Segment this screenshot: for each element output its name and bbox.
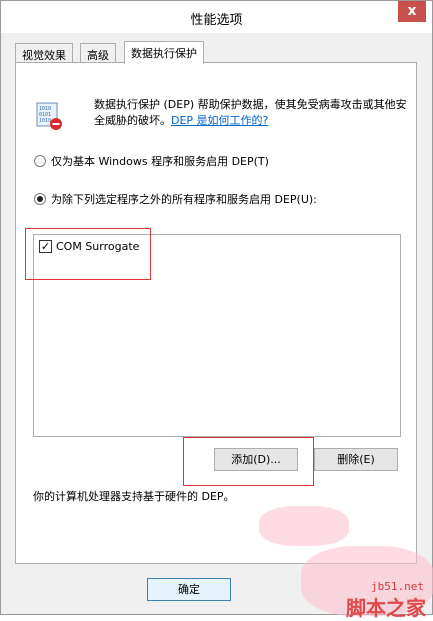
dep-panel: 1010 0101 1010 数据执行保护 (DEP) 帮助保护数据，使其免受病… — [15, 62, 417, 564]
radio-essential-only-button[interactable] — [34, 155, 46, 167]
remove-button[interactable]: 删除(E) — [314, 448, 398, 471]
radio-essential-only-label: 仅为基本 Windows 程序和服务启用 DEP(T) — [51, 155, 269, 168]
add-button[interactable]: 添加(D)... — [214, 448, 298, 471]
ok-button[interactable]: 确定 — [147, 578, 231, 601]
window-title: 性能选项 — [190, 13, 243, 28]
tab-advanced[interactable]: 高级 — [80, 43, 116, 63]
svg-text:1010: 1010 — [39, 118, 51, 124]
dep-help-link[interactable]: DEP 是如何工作的? — [171, 114, 268, 127]
dep-shield-icon: 1010 0101 1010 — [36, 102, 62, 130]
program-exception-list[interactable]: ✓ COM Surrogate — [33, 234, 401, 437]
radio-all-except[interactable]: 为除下列选定程序之外的所有程序和服务启用 DEP(U): — [34, 191, 317, 207]
program-checkbox[interactable]: ✓ — [39, 240, 52, 253]
radio-essential-only[interactable]: 仅为基本 Windows 程序和服务启用 DEP(T) — [34, 153, 269, 169]
tab-visual-effects[interactable]: 视觉效果 — [15, 43, 73, 63]
hardware-dep-status: 你的计算机处理器支持基于硬件的 DEP。 — [33, 490, 235, 503]
dep-description: 数据执行保护 (DEP) 帮助保护数据，使其免受病毒攻击或其他安全威胁的破坏。D… — [94, 97, 412, 129]
list-item[interactable]: ✓ COM Surrogate — [39, 240, 139, 253]
tab-data-execution-prevention[interactable]: 数据执行保护 — [124, 41, 204, 64]
watermark-name: 脚本之家 — [346, 596, 426, 620]
close-button[interactable]: x — [398, 1, 426, 22]
program-name: COM Surrogate — [56, 240, 140, 253]
radio-all-except-label: 为除下列选定程序之外的所有程序和服务启用 DEP(U): — [51, 193, 317, 206]
performance-options-dialog: 性能选项 x 视觉效果 高级 数据执行保护 1010 0101 1010 数据执… — [0, 0, 433, 620]
title-bar: 性能选项 x — [1, 1, 432, 33]
radio-all-except-button[interactable] — [34, 193, 46, 205]
